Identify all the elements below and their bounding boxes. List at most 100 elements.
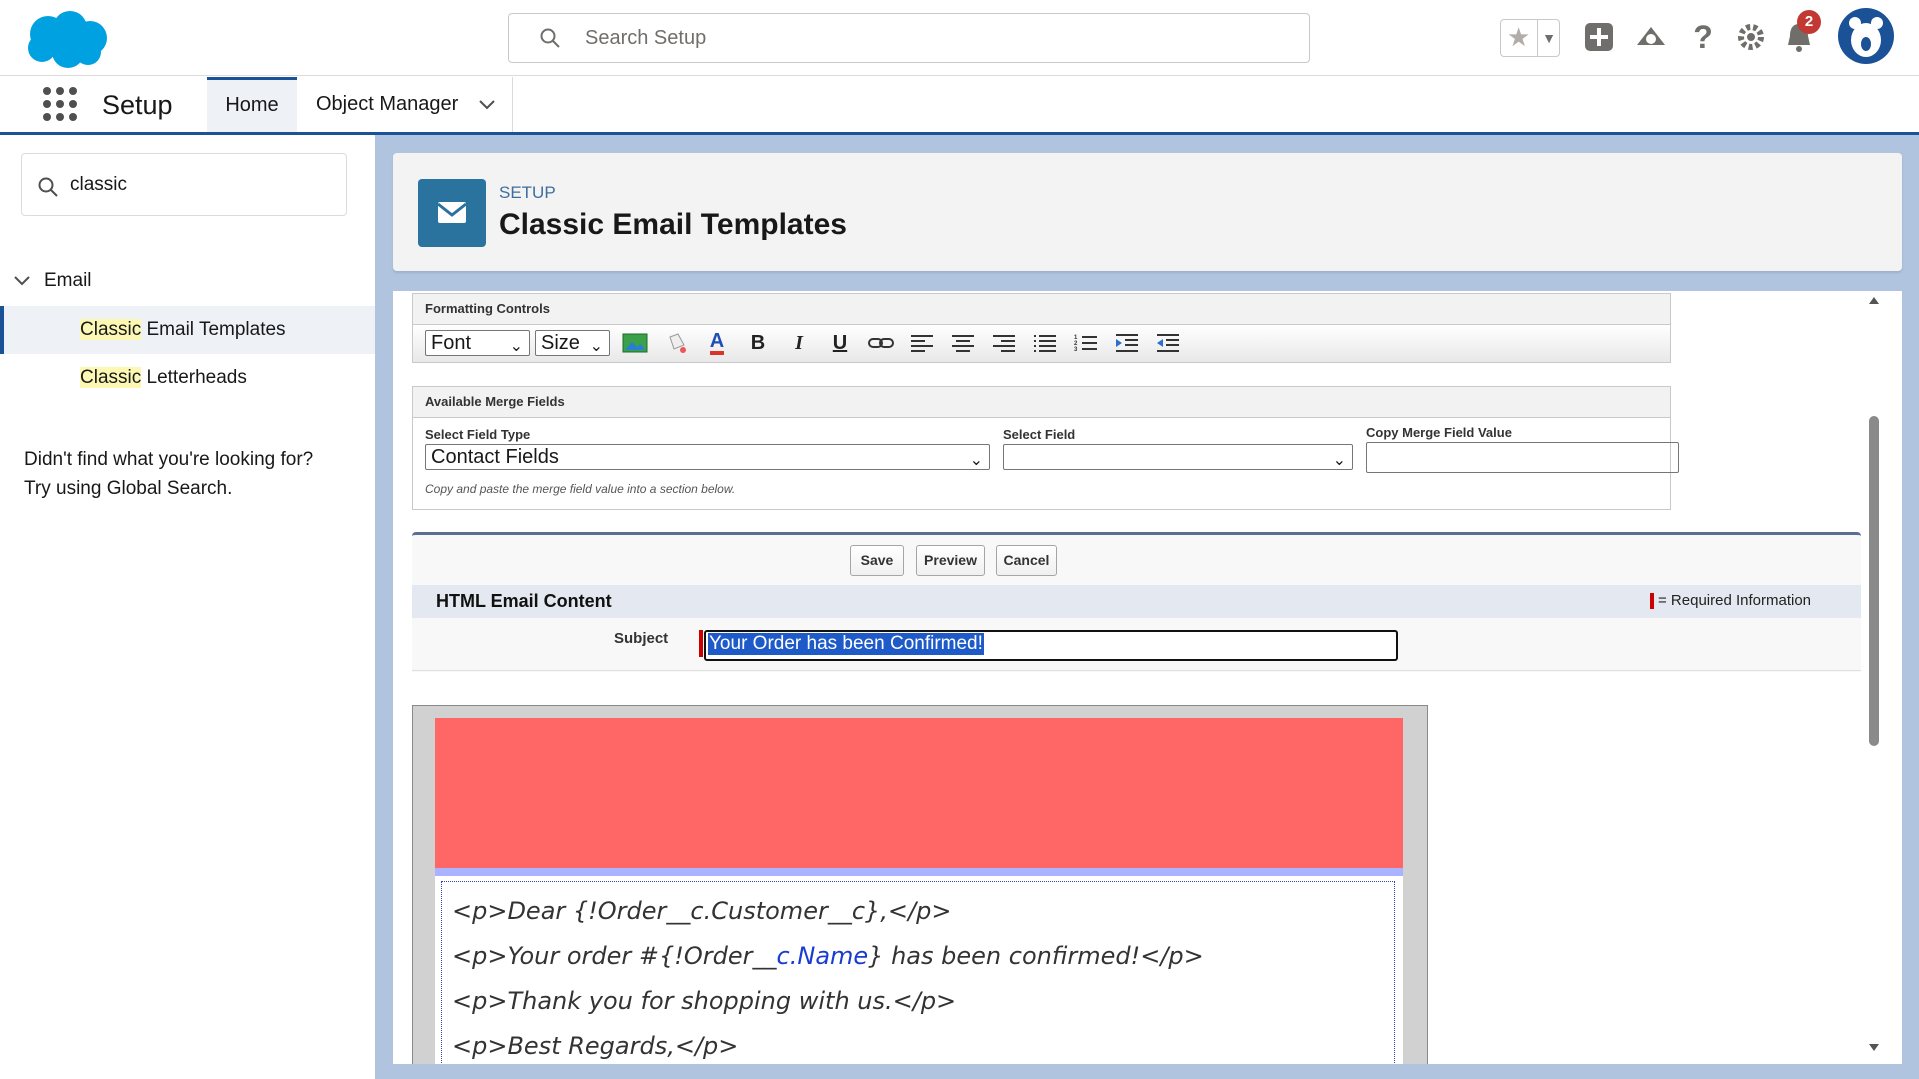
tree-item-label: Email Templates (141, 319, 286, 340)
trailhead-icon[interactable] (1632, 18, 1670, 56)
text-color-icon[interactable]: A (703, 329, 731, 357)
body-line-2: <p>Your order #{!Order__c.Name} has been… (452, 942, 1204, 970)
link-icon[interactable] (867, 329, 895, 357)
scroll-up-icon[interactable] (1868, 295, 1880, 305)
chevron-down-icon[interactable] (478, 99, 496, 111)
user-avatar[interactable] (1838, 8, 1894, 64)
body-line-1: <p>Dear {!Order__c.Customer__c},</p> (452, 897, 952, 925)
required-marker (1650, 593, 1654, 609)
align-center-icon[interactable] (949, 329, 977, 357)
content-scrollbar[interactable] (1865, 291, 1883, 1064)
tab-object-manager[interactable]: Object Manager (298, 77, 513, 132)
subject-input[interactable]: Your Order has been Confirmed! (704, 630, 1398, 661)
scroll-down-icon[interactable] (1868, 1043, 1880, 1053)
search-icon (38, 177, 58, 197)
salesforce-logo[interactable] (22, 8, 112, 70)
select-field-type-label: Select Field Type (425, 427, 531, 442)
setup-gear-icon[interactable] (1732, 18, 1770, 56)
formatting-toolbar: Font ⌄ Size ⌄ A B I U 123 (412, 325, 1671, 363)
tree-item-classic-letterheads[interactable]: Classic Letterheads (80, 367, 247, 389)
outdent-icon[interactable] (1154, 329, 1182, 357)
help-line-2: Try using Global Search. (24, 478, 233, 499)
font-select[interactable]: Font ⌄ (425, 330, 530, 356)
formatting-controls-header: Formatting Controls (412, 293, 1671, 325)
notification-count-badge: 2 (1797, 10, 1821, 34)
global-actions-add-icon[interactable] (1580, 18, 1618, 56)
email-header-banner (435, 718, 1403, 868)
select-field-type[interactable]: Contact Fields ⌄ (425, 444, 990, 470)
help-icon[interactable]: ? (1684, 18, 1722, 56)
copy-merge-field-label: Copy Merge Field Value (1366, 425, 1512, 440)
background-color-icon[interactable] (662, 329, 690, 357)
body-line-4: <p>Best Regards,</p> (452, 1032, 739, 1060)
tree-item-classic-email-templates[interactable]: Classic Email Templates (80, 319, 286, 341)
favorites-button[interactable]: ★ ▼ (1500, 19, 1560, 57)
email-body-area: <p>Dear {!Order__c.Customer__c},</p> <p>… (435, 876, 1403, 1064)
tree-item-label: Letterheads (141, 367, 247, 388)
search-icon (540, 28, 560, 48)
edit-form-block: Save Preview Cancel HTML Email Content =… (412, 532, 1861, 672)
align-right-icon[interactable] (990, 329, 1018, 357)
email-banner-divider (435, 868, 1403, 876)
underline-glyph: U (832, 331, 848, 354)
select-field-label: Select Field (1003, 427, 1076, 442)
field-type-value: Contact Fields (431, 446, 559, 468)
search-highlight: Classic (80, 367, 142, 388)
preview-button[interactable]: Preview (916, 545, 985, 576)
required-marker (699, 630, 703, 657)
body-line-2-post: } has been confirmed!</p> (868, 942, 1204, 970)
astro-avatar-icon (1840, 10, 1892, 62)
tab-home[interactable]: Home (207, 77, 297, 132)
section-title: HTML Email Content (436, 591, 612, 611)
merge-field-link[interactable]: c.Name (777, 942, 869, 970)
indent-icon[interactable] (1113, 329, 1141, 357)
chevron-down-icon: ⌄ (969, 452, 983, 469)
favorites-star-icon: ★ (1507, 22, 1531, 52)
quick-find-value: classic (70, 174, 128, 195)
size-select[interactable]: Size ⌄ (535, 330, 610, 356)
merge-fields-header: Available Merge Fields (412, 386, 1671, 418)
numbered-list-icon[interactable]: 123 (1072, 329, 1100, 357)
required-info: = Required Information (1658, 592, 1812, 609)
merge-hint: Copy and paste the merge field value int… (425, 482, 736, 496)
setup-search-input[interactable]: Search Setup (508, 13, 1310, 63)
page-title: Classic Email Templates (499, 208, 847, 241)
email-template-icon (418, 179, 486, 247)
align-left-icon[interactable] (908, 329, 936, 357)
editable-region[interactable]: <p>Dear {!Order__c.Customer__c},</p> <p>… (441, 881, 1395, 1064)
bulleted-list-icon[interactable] (1031, 329, 1059, 357)
sidebar-help-text: Didn't find what you're looking for? Try… (24, 445, 313, 503)
merge-fields-panel: Select Field Type Contact Fields ⌄ Select… (412, 418, 1679, 510)
scrollbar-thumb[interactable] (1869, 416, 1879, 746)
select-field[interactable]: ⌄ (1003, 444, 1353, 470)
copy-merge-field-input[interactable] (1366, 442, 1679, 473)
insert-image-icon[interactable] (621, 329, 649, 357)
italic-glyph: I (795, 331, 803, 354)
font-select-value: Font (431, 332, 472, 354)
help-line-1: Didn't find what you're looking for? (24, 449, 314, 470)
app-launcher-icon[interactable] (42, 86, 78, 122)
bold-icon[interactable]: B (744, 329, 772, 357)
body-line-3: <p>Thank you for shopping with us.</p> (452, 987, 957, 1015)
subject-value: Your Order has been Confirmed! (708, 633, 984, 655)
svg-text:3: 3 (1074, 347, 1078, 353)
chevron-down-icon[interactable] (14, 275, 30, 287)
quick-find-input[interactable]: classic (21, 153, 347, 216)
cancel-button[interactable]: Cancel (996, 545, 1057, 576)
favorites-dropdown-icon[interactable]: ▼ (1537, 20, 1560, 56)
chevron-down-icon: ⌄ (589, 338, 603, 355)
search-placeholder: Search Setup (585, 27, 707, 49)
underline-icon[interactable]: U (826, 329, 854, 357)
app-name: Setup (102, 90, 173, 120)
html-body-editor[interactable]: <p>Dear {!Order__c.Customer__c},</p> <p>… (412, 705, 1428, 1064)
chevron-down-icon: ⌄ (509, 338, 523, 355)
section-header-bar: HTML Email Content = Required Informatio… (412, 585, 1861, 618)
tree-group-label: Email (44, 270, 92, 291)
text-color-glyph: A (709, 331, 725, 355)
chevron-down-icon: ⌄ (1332, 452, 1346, 469)
tree-group-email[interactable]: Email (14, 270, 92, 292)
save-button[interactable]: Save (850, 545, 904, 576)
size-select-value: Size (541, 332, 580, 354)
body-line-2-pre: <p>Your order #{!Order__ (452, 942, 777, 970)
italic-icon[interactable]: I (785, 329, 813, 357)
